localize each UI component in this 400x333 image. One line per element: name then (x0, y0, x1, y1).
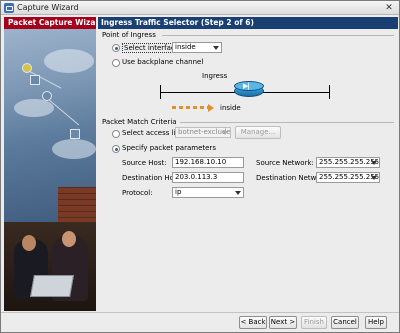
wizard-side-panel: Packet Capture Wizard (4, 17, 96, 311)
network-node-icon (30, 75, 40, 85)
close-icon[interactable]: ✕ (383, 3, 395, 13)
protocol-value: ip (175, 188, 182, 196)
select-interface-radio[interactable] (112, 44, 120, 52)
dropdown-arrow-icon (235, 191, 241, 195)
source-network-label: Source Network: (256, 159, 314, 167)
router-icon: ▶| (234, 81, 264, 99)
wizard-main-panel: Ingress Traffic Selector (Step 2 of 6) P… (98, 17, 398, 311)
next-button[interactable]: Next > (269, 316, 297, 329)
source-network-dropdown[interactable]: 255.255.255.255 (316, 157, 380, 168)
backplane-label[interactable]: Use backplane channel (122, 58, 203, 66)
specify-parameters-label[interactable]: Specify packet parameters (122, 144, 216, 152)
section-divider (180, 122, 394, 123)
network-node-icon (42, 91, 52, 101)
app-icon (4, 3, 14, 13)
ingress-arrow-icon (172, 106, 208, 109)
diagram-right-tick (329, 85, 330, 99)
specify-parameters-radio[interactable] (112, 145, 120, 153)
step-title: Ingress Traffic Selector (Step 2 of 6) (98, 17, 398, 29)
source-host-field[interactable]: 192.168.10.10 (172, 157, 244, 168)
destination-network-dropdown[interactable]: 255.255.255.255 (316, 172, 380, 183)
network-node-icon (22, 63, 32, 73)
point-of-ingress-heading: Point of Ingress (102, 31, 156, 39)
dropdown-arrow-icon (371, 161, 377, 165)
dropdown-arrow-icon (371, 176, 377, 180)
packet-match-heading: Packet Match Criteria (102, 118, 177, 126)
ingress-diagram-label: Ingress (202, 72, 228, 80)
interface-dropdown[interactable]: inside (172, 42, 222, 53)
destination-host-field[interactable]: 203.0.113.3 (172, 172, 244, 183)
ingress-arrow-head (208, 104, 214, 112)
backplane-radio[interactable] (112, 59, 120, 67)
sidebar-title: Packet Capture Wizard (4, 17, 96, 29)
network-node-icon (70, 129, 80, 139)
wizard-button-bar: < Back Next > Finish Cancel Help (1, 312, 399, 332)
help-button[interactable]: Help (365, 316, 387, 329)
interface-value: inside (175, 43, 196, 51)
capture-wizard-window: Capture Wizard ✕ Packet Capture Wizard I… (0, 0, 400, 333)
dropdown-arrow-icon (213, 46, 219, 50)
section-divider (162, 35, 394, 36)
manage-button[interactable]: Manage... (235, 126, 281, 139)
back-button[interactable]: < Back (239, 316, 267, 329)
finish-button[interactable]: Finish (301, 316, 327, 329)
title-bar: Capture Wizard ✕ (1, 1, 399, 15)
person-face (62, 231, 76, 247)
access-list-dropdown[interactable]: botnet-exclude (175, 127, 231, 138)
laptop-illustration (30, 275, 74, 297)
select-access-list-radio[interactable] (112, 130, 120, 138)
source-host-label: Source Host: (122, 159, 167, 167)
protocol-dropdown[interactable]: ip (172, 187, 244, 198)
diagram-interface-label: inside (220, 104, 241, 112)
dropdown-arrow-icon (222, 131, 228, 135)
protocol-label: Protocol: (122, 189, 153, 197)
window-title: Capture Wizard (17, 3, 79, 12)
cancel-button[interactable]: Cancel (331, 316, 359, 329)
person-face (22, 235, 36, 251)
